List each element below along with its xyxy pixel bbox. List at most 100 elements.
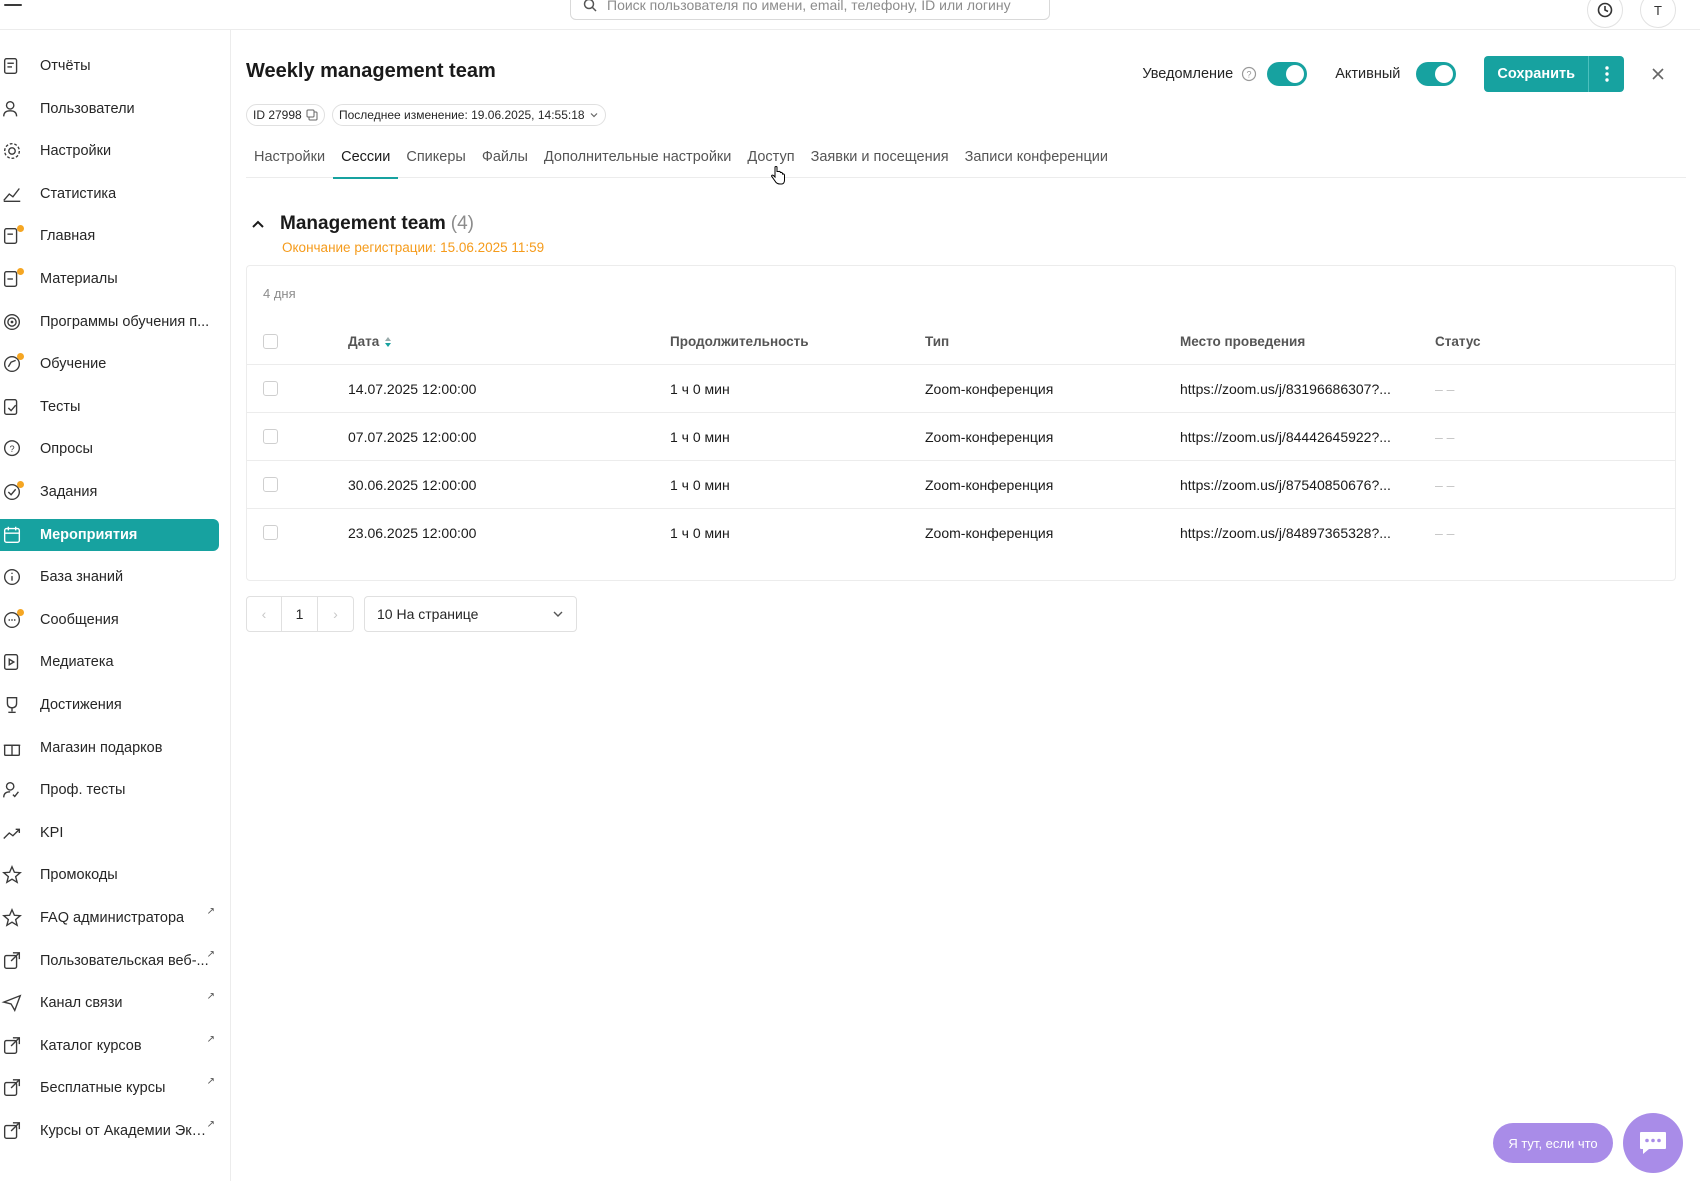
- sidebar-item-20[interactable]: Промокоды: [0, 859, 219, 891]
- sidebar-item-25[interactable]: Бесплатные курсы ↗: [0, 1072, 219, 1104]
- page-1-button[interactable]: 1: [282, 596, 318, 632]
- sidebar-item-2[interactable]: Пользователи: [0, 93, 219, 125]
- sidebar-item-22[interactable]: Пользовательская веб-... ↗: [0, 945, 219, 977]
- sidebar-item-1[interactable]: Отчёты: [0, 50, 219, 82]
- sidebar-item-23[interactable]: Канал связи ↗: [0, 987, 219, 1019]
- sidebar-item-label: Опросы: [40, 441, 93, 458]
- trophy-icon: [0, 693, 24, 717]
- per-page-select[interactable]: 10 На странице: [364, 596, 577, 632]
- tab-3[interactable]: Спикеры: [398, 146, 473, 178]
- prev-page-button[interactable]: ‹: [246, 596, 282, 632]
- save-button[interactable]: Сохранить: [1484, 56, 1588, 92]
- cell-duration: 1 ч 0 мин: [670, 380, 730, 397]
- sidebar-item-7[interactable]: Программы обучения п...: [0, 306, 219, 338]
- sidebar-item-9[interactable]: Тесты: [0, 391, 219, 423]
- sidebar-item-label: KPI: [40, 824, 64, 841]
- sidebar-item-label: Статистика: [40, 185, 117, 202]
- row-checkbox[interactable]: [263, 429, 278, 444]
- sidebar-item-label: Канал связи: [40, 995, 123, 1012]
- row-checkbox[interactable]: [263, 525, 278, 540]
- search-icon: [583, 0, 597, 12]
- sidebar-item-12[interactable]: Мероприятия: [0, 518, 219, 551]
- assistant-pill[interactable]: Я тут, если что: [1493, 1123, 1613, 1163]
- tabs: Настройки Сессии Спикеры Файлы Дополнительны…: [246, 146, 1686, 179]
- tests-icon: [0, 395, 24, 419]
- sidebar-item-16[interactable]: Достижения: [0, 689, 219, 721]
- row-checkbox[interactable]: [263, 477, 278, 492]
- tab-5[interactable]: Дополнительные настройки: [536, 146, 739, 178]
- per-page-value: 10 На странице: [377, 606, 479, 622]
- sidebar-item-18[interactable]: Проф. тесты: [0, 774, 219, 806]
- sidebar-item-label: Магазин подарков: [40, 739, 163, 756]
- notify-label: Уведомление: [1142, 66, 1234, 82]
- col-duration: Продолжительность: [670, 333, 809, 349]
- sidebar-item-5[interactable]: Главная: [0, 220, 219, 252]
- sidebar-item-17[interactable]: Магазин подарков: [0, 732, 219, 764]
- col-date[interactable]: Дата: [348, 334, 392, 349]
- sidebar-item-13[interactable]: База знаний: [0, 561, 219, 593]
- sidebar-item-19[interactable]: KPI: [0, 817, 219, 849]
- sort-icon[interactable]: [384, 336, 392, 348]
- sidebar-item-label: FAQ администратора: [40, 910, 185, 926]
- media-icon: [0, 650, 24, 674]
- sidebar-item-15[interactable]: Медиатека: [0, 646, 219, 678]
- cell-status: – –: [1435, 524, 1455, 541]
- more-button[interactable]: [1588, 56, 1624, 92]
- group-title: Management team: [280, 213, 446, 234]
- active-toggle[interactable]: [1416, 62, 1457, 86]
- sidebar-item-label: Курсы от Академии Экв...: [40, 1123, 210, 1139]
- table-row[interactable]: 23.06.2025 12:00:00 1 ч 0 мин Zoom-конфере…: [247, 508, 1675, 556]
- external-arrow-icon: ↗: [206, 1033, 215, 1045]
- sidebar-item-3[interactable]: Настройки: [0, 135, 219, 167]
- collapse-button[interactable]: [246, 212, 270, 236]
- cell-place[interactable]: https://zoom.us/j/83196686307?...: [1180, 381, 1398, 397]
- notify-toggle[interactable]: [1267, 62, 1308, 86]
- copy-icon[interactable]: [306, 109, 318, 121]
- cell-place[interactable]: https://zoom.us/j/87540850676?...: [1180, 477, 1398, 493]
- sidebar-item-8[interactable]: Обучение: [0, 348, 219, 380]
- sidebar-item-26[interactable]: Курсы от Академии Экв... ↗: [0, 1115, 219, 1147]
- svg-text:?: ?: [1247, 70, 1252, 80]
- header-actions: Уведомление ? Активный Сохранить: [1142, 56, 1700, 92]
- row-checkbox[interactable]: [263, 381, 278, 396]
- id-chip[interactable]: ID 27998: [246, 104, 325, 126]
- tab-2[interactable]: Сессии: [333, 146, 399, 179]
- col-date-label: Дата: [348, 333, 380, 349]
- tab-1[interactable]: Настройки: [246, 146, 333, 178]
- help-icon[interactable]: ?: [1241, 66, 1257, 82]
- chat-button[interactable]: [1623, 1113, 1683, 1173]
- user-search[interactable]: [570, 0, 1050, 20]
- cell-place[interactable]: https://zoom.us/j/84897365328?...: [1180, 525, 1398, 541]
- sidebar-item-21[interactable]: FAQ администратора ↗: [0, 902, 219, 934]
- sidebar-item-11[interactable]: Задания: [0, 476, 219, 508]
- tab-4[interactable]: Файлы: [474, 146, 536, 178]
- table-row[interactable]: 14.07.2025 12:00:00 1 ч 0 мин Zoom-конфере…: [247, 364, 1675, 412]
- pagination: ‹ 1 › 10 На странице: [246, 596, 577, 632]
- sidebar-item-24[interactable]: Каталог курсов ↗: [0, 1030, 219, 1062]
- last-change-chip[interactable]: Последнее изменение: 19.06.2025, 14:55:1…: [332, 104, 606, 126]
- table-row[interactable]: 07.07.2025 12:00:00 1 ч 0 мин Zoom-конфере…: [247, 412, 1675, 460]
- tasks-icon: [0, 480, 24, 504]
- select-all-checkbox[interactable]: [263, 333, 278, 349]
- next-page-button[interactable]: ›: [318, 596, 354, 632]
- trend-icon: [0, 821, 24, 845]
- sidebar-item-10[interactable]: ? Опросы: [0, 433, 219, 465]
- tab-8[interactable]: Записи конференции: [957, 146, 1116, 178]
- top-bar: T: [0, 0, 1700, 30]
- chart-line-icon: [0, 182, 24, 206]
- history-button[interactable]: [1587, 0, 1623, 28]
- search-input[interactable]: [607, 0, 1027, 13]
- menu-icon[interactable]: [4, 0, 22, 12]
- external-link-icon: [0, 949, 24, 973]
- table-row[interactable]: 30.06.2025 12:00:00 1 ч 0 мин Zoom-конфере…: [247, 460, 1675, 508]
- chevron-down-icon: [590, 113, 597, 118]
- sidebar-item-4[interactable]: Статистика: [0, 178, 219, 210]
- cell-place[interactable]: https://zoom.us/j/84442645922?...: [1180, 429, 1398, 445]
- sidebar-item-6[interactable]: Материалы: [0, 263, 219, 295]
- cell-status: – –: [1435, 380, 1455, 397]
- tab-7[interactable]: Заявки и посещения: [803, 146, 957, 178]
- sidebar-item-14[interactable]: Сообщения: [0, 604, 219, 636]
- close-button[interactable]: [1640, 56, 1676, 92]
- avatar[interactable]: T: [1640, 0, 1676, 28]
- id-label: ID 27998: [253, 108, 302, 122]
